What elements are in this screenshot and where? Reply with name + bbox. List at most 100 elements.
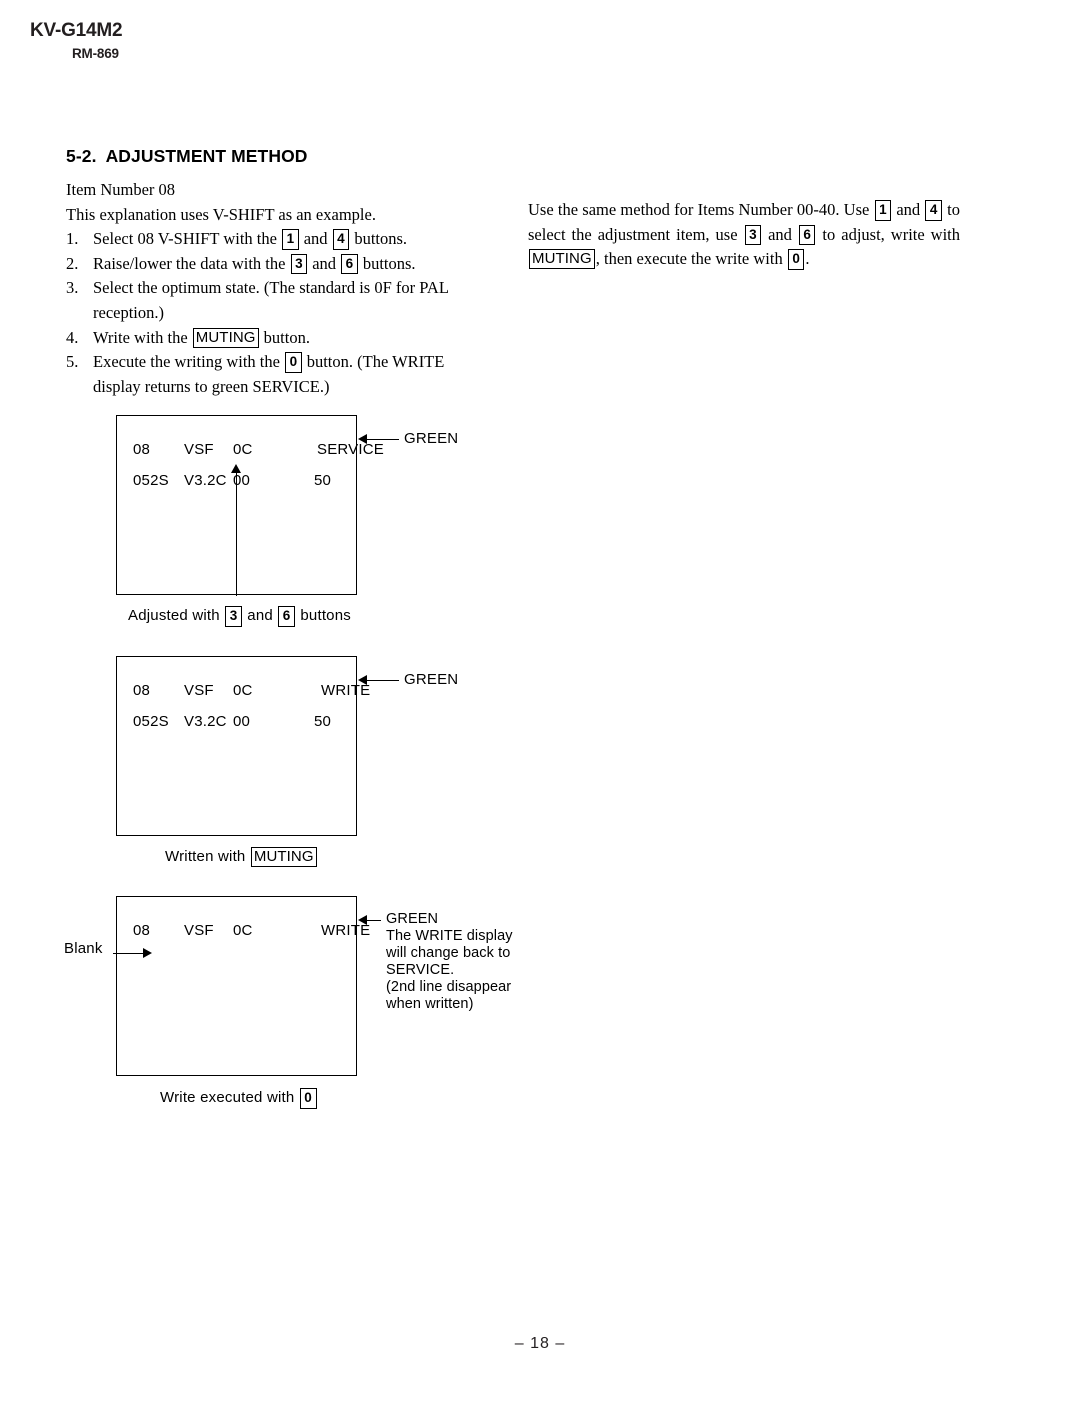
- osd-exec-item-name: VSF: [184, 922, 214, 939]
- osd-service-item-name: VSF: [184, 441, 214, 458]
- green-label-1: GREEN: [404, 430, 459, 447]
- key-0-icon: 0: [299, 1088, 317, 1109]
- key-0-icon: 0: [285, 352, 302, 373]
- osd-write-item-number: 08: [133, 682, 151, 699]
- blank-label: Blank: [64, 940, 103, 957]
- caption-3-text-a: Write executed with: [160, 1089, 299, 1106]
- step-3-line-1-text: Select the optimum state. (The standard …: [93, 278, 449, 298]
- osd-service-version: V3.2C: [184, 472, 227, 489]
- rc-text-6: , then execute the write with: [595, 249, 787, 269]
- caption-2-text-a: Written with: [165, 848, 250, 865]
- note-line-3: SERVICE.: [386, 962, 455, 978]
- step-5-text-b: button. (The WRITE: [302, 352, 445, 372]
- osd-screen-write: 08 VSF 0C WRITE 052S V3.2C 00 50: [116, 656, 370, 836]
- step-1-text-c: buttons.: [350, 229, 408, 249]
- step-3-number: 3.: [66, 278, 79, 298]
- blank-arrow-head: [143, 948, 152, 958]
- adjust-arrow-head: [231, 464, 241, 473]
- caption-1-text-c: buttons: [296, 607, 351, 624]
- osd-write-level: 50: [314, 713, 332, 730]
- right-text-column: Use the same method for Items Number 00-…: [528, 198, 960, 272]
- key-6-icon: 6: [341, 253, 358, 275]
- key-muting-icon: MUTING: [250, 847, 317, 867]
- write-display-note: GREEN The WRITE display will change back…: [386, 911, 513, 1013]
- step-2-text-a: Raise/lower the data with the: [93, 253, 290, 273]
- green-label-2: GREEN: [404, 671, 459, 688]
- key-3-icon: 3: [290, 253, 308, 275]
- section-heading: 5-2. ADJUSTMENT METHOD: [66, 146, 308, 167]
- rc-text-1: Use the same method for Items Number 00-…: [528, 200, 874, 219]
- explanation-line: This explanation uses V-SHIFT as an exam…: [66, 204, 376, 224]
- osd-service-level: 50: [314, 472, 332, 489]
- note-line-4: (2nd line disappear: [386, 979, 512, 995]
- step-4: 4. Write with the MUTING button.: [66, 326, 498, 351]
- osd-service-item-number: 08: [133, 441, 151, 458]
- rc-text-4: and: [762, 224, 798, 244]
- green-leader-line-3: [367, 920, 381, 921]
- note-line-5: when written): [386, 996, 474, 1012]
- blank-leader-line: [113, 953, 145, 954]
- key-4-icon: 4: [925, 200, 942, 221]
- key-6-icon: 6: [798, 224, 816, 246]
- osd-exec-item-value: 0C: [233, 922, 253, 939]
- step-4-text-b: button.: [259, 327, 310, 347]
- step-1-text-b: and: [299, 229, 332, 249]
- step-3-line-2: reception.): [93, 302, 165, 322]
- step-3-line-1: Select the optimum state. (The standard …: [93, 276, 498, 301]
- green-leader-line-2: [367, 680, 399, 681]
- remote-model-number: RM-869: [72, 46, 119, 61]
- green-arrow-head-3: [358, 915, 367, 925]
- green-arrow-head-2: [358, 675, 367, 685]
- osd-screen-write-executed: 08 VSF 0C WRITE: [116, 896, 370, 1076]
- rc-text-7: .: [805, 249, 810, 269]
- step-1-number: 1.: [66, 229, 79, 249]
- osd-service-item-value: 0C: [233, 441, 253, 458]
- caption-write-executed-with: Write executed with 0: [160, 1088, 318, 1109]
- caption-1-text-a: Adjusted with: [128, 607, 225, 624]
- key-6-icon: 6: [278, 606, 295, 627]
- osd-service-mode: SERVICE: [317, 441, 384, 458]
- key-1-icon: 1: [874, 200, 892, 221]
- note-line-1: The WRITE display: [386, 928, 513, 944]
- step-2-text-b: and: [308, 253, 341, 273]
- step-1-text-a: Select 08 V-SHIFT with the: [93, 229, 282, 249]
- osd-write-item-value: 0C: [233, 682, 253, 699]
- green-leader-line-1: [367, 439, 399, 440]
- green-arrow-head-1: [358, 434, 367, 444]
- step-5-line-1: Execute the writing with the 0 button. (…: [93, 350, 498, 375]
- step-1: 1. Select 08 V-SHIFT with the 1 and 4 bu…: [66, 227, 498, 252]
- step-4-text-a: Write with the: [93, 327, 192, 347]
- osd-write-code: 052S: [133, 713, 169, 730]
- caption-adjusted-with: Adjusted with 3 and 6 buttons: [128, 606, 351, 627]
- step-2-text-c: buttons.: [358, 253, 416, 273]
- caption-written-with: Written with MUTING: [165, 847, 318, 867]
- section-title-text: ADJUSTMENT METHOD: [105, 146, 308, 166]
- rc-text-2: and: [892, 200, 925, 219]
- osd-exec-item-number: 08: [133, 922, 151, 939]
- left-text-column: Item Number 08 This explanation uses V-S…: [66, 178, 498, 399]
- right-column-paragraph: Use the same method for Items Number 00-…: [528, 198, 960, 272]
- step-4-number: 4.: [66, 327, 79, 347]
- key-1-icon: 1: [282, 229, 299, 250]
- step-5-line-2: display returns to green SERVICE.): [93, 376, 330, 396]
- key-3-icon: 3: [744, 224, 762, 246]
- key-muting-icon: MUTING: [529, 249, 595, 270]
- key-0-icon: 0: [787, 249, 805, 270]
- rc-text-5: to adjust, write with: [816, 224, 961, 244]
- key-4-icon: 4: [332, 229, 350, 250]
- step-2-number: 2.: [66, 253, 79, 273]
- note-line-2: will change back to: [386, 945, 511, 961]
- green-label-3: GREEN: [386, 911, 439, 927]
- model-number: KV-G14M2: [30, 20, 123, 41]
- section-number: 5-2.: [66, 146, 97, 166]
- osd-write-data: 00: [233, 713, 251, 730]
- step-3: 3. Select the optimum state. (The standa…: [66, 276, 498, 325]
- step-5: 5. Execute the writing with the 0 button…: [66, 350, 498, 399]
- osd-service-code: 052S: [133, 472, 169, 489]
- adjust-leader-line: [236, 473, 237, 596]
- key-muting-icon: MUTING: [192, 327, 259, 348]
- caption-1-text-b: and: [242, 607, 278, 624]
- step-5-text-a: Execute the writing with the: [93, 352, 285, 372]
- item-number-line: Item Number 08: [66, 180, 176, 199]
- step-2: 2. Raise/lower the data with the 3 and 6…: [66, 252, 498, 277]
